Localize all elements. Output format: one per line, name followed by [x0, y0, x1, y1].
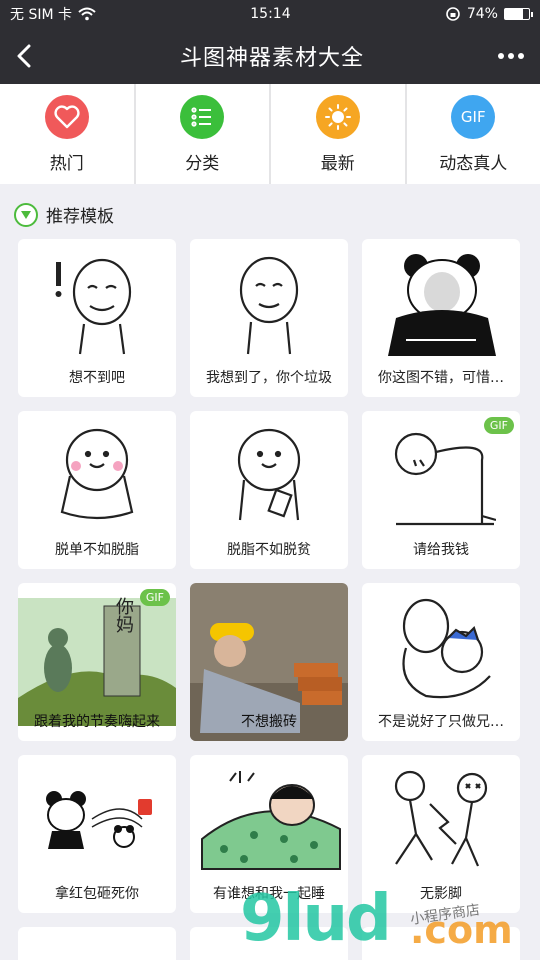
meme-image — [18, 755, 176, 883]
meme-image — [18, 239, 176, 367]
template-card[interactable]: 脱脂不如脱贫 — [190, 411, 348, 569]
section-title: 推荐模板 — [46, 207, 114, 227]
card-caption: 脱单不如脱脂 — [55, 542, 139, 558]
card-caption: 跟着我的节奏嗨起来 — [34, 714, 160, 730]
quick-item-list[interactable]: 分类 — [135, 84, 269, 184]
template-grid: 想不到吧 我想到了，你个垃圾 你这图不错，可惜… 脱单不如脱脂 脱脂不如脱贫 GIF 请给我… — [0, 239, 540, 913]
quick-item-sun[interactable]: 最新 — [271, 84, 405, 184]
meme-image-text: 你妈 — [113, 597, 134, 633]
carrier-label: 无 SIM 卡 — [10, 7, 72, 23]
rotation-lock-icon — [446, 7, 460, 21]
quick-item-label: 最新 — [320, 153, 355, 174]
meme-image — [362, 239, 520, 367]
card-caption: 脱脂不如脱贫 — [227, 542, 311, 558]
card-caption: 请给我钱 — [413, 542, 469, 558]
heart-icon — [44, 94, 89, 139]
meme-image — [190, 411, 348, 539]
meme-image — [190, 755, 348, 883]
card-caption: 拿红包砸死你 — [55, 886, 139, 902]
wifi-icon — [78, 7, 96, 21]
card-caption: 不是说好了只做兄… — [378, 714, 504, 730]
more-button[interactable] — [497, 53, 524, 59]
gif-badge: GIF — [139, 589, 170, 606]
quick-item-label: 热门 — [49, 153, 84, 174]
template-card[interactable]: 想不到吧 — [18, 239, 176, 397]
quick-item-label: 动态真人 — [439, 153, 508, 174]
list-icon — [180, 94, 225, 139]
meme-image — [362, 583, 520, 711]
sun-icon — [315, 94, 360, 139]
clock: 15:14 — [250, 6, 291, 22]
meme-image — [190, 239, 348, 367]
back-button[interactable] — [16, 41, 46, 71]
template-card[interactable]: 你这图不错，可惜… — [362, 239, 520, 397]
gif-badge: GIF — [483, 417, 514, 434]
card-caption: 我想到了，你个垃圾 — [206, 370, 332, 386]
status-bar: 无 SIM 卡 15:14 74% — [0, 0, 540, 28]
section-header: 推荐模板 — [0, 184, 540, 239]
template-card[interactable]: 脱单不如脱脂 — [18, 411, 176, 569]
meme-image — [18, 411, 176, 539]
template-card[interactable]: 拿红包砸死你 — [18, 755, 176, 913]
card-caption: 你这图不错，可惜… — [378, 370, 504, 386]
template-card[interactable]: 不是说好了只做兄… — [362, 583, 520, 741]
card-caption: 不想搬砖 — [241, 714, 297, 730]
meme-image — [362, 755, 520, 883]
watermark-logo: 9lud — [240, 882, 392, 956]
template-card[interactable]: 我想到了，你个垃圾 — [190, 239, 348, 397]
chevron-left-icon — [17, 44, 31, 68]
quick-item-gif[interactable]: GIF 动态真人 — [406, 84, 540, 184]
gif-icon: GIF — [451, 94, 496, 139]
quick-item-heart[interactable]: 热门 — [0, 84, 134, 184]
nav-bar: 斗图神器素材大全 — [0, 28, 540, 84]
battery-percent: 74% — [466, 6, 498, 22]
card-caption: 想不到吧 — [69, 370, 125, 386]
quick-item-label: 分类 — [185, 153, 220, 174]
quick-nav: 热门 分类 最新 GIF 动态真人 — [0, 84, 540, 184]
page-title: 斗图神器素材大全 — [179, 46, 364, 71]
template-card[interactable]: GIF 请给我钱 — [362, 411, 520, 569]
template-card[interactable]: 不想搬砖 — [190, 583, 348, 741]
battery-icon — [503, 8, 533, 20]
template-card[interactable]: 你妈 GIF 跟着我的节奏嗨起来 — [18, 583, 176, 741]
triangle-down-icon — [14, 202, 38, 227]
